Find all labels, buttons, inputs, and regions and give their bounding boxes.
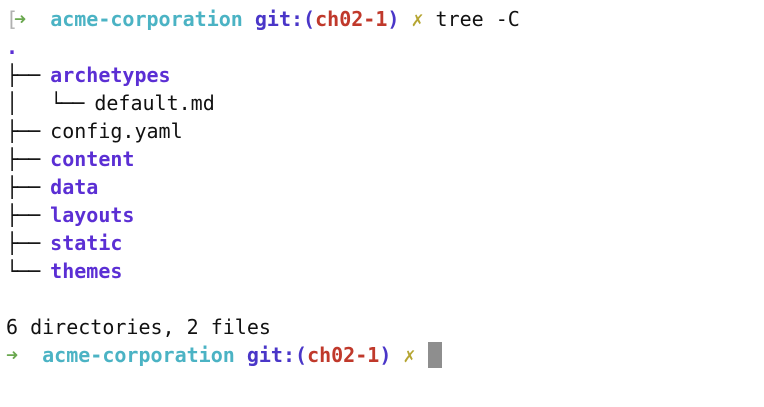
text-cursor[interactable] — [427, 342, 442, 368]
directory-name: content — [50, 147, 135, 171]
git-label-close: ) — [379, 343, 392, 367]
tree-branch-glyph: ├── — [6, 147, 51, 171]
directory-name: archetypes — [50, 63, 171, 87]
file-name: config.yaml — [50, 119, 183, 143]
tree-entry: └── themes — [6, 257, 758, 285]
git-branch: ch02-1 — [315, 7, 388, 31]
tree-entry: ├── config.yaml — [6, 117, 758, 145]
tree-branch-glyph: ├── — [6, 175, 51, 199]
tree-entry: │ └── default.md — [6, 89, 758, 117]
current-directory: acme-corporation — [42, 343, 235, 367]
prompt-line: [➜ acme-corporation git:(ch02-1) ✗ tree … — [6, 5, 758, 33]
tree-entry: ├── archetypes — [6, 61, 758, 89]
directory-name: themes — [50, 259, 123, 283]
tree-branch-glyph: │ └── — [6, 91, 95, 115]
tree-summary: 6 directories, 2 files — [6, 315, 271, 339]
dirty-indicator-icon: ✗ — [403, 343, 416, 367]
tree-branch-glyph: ├── — [6, 119, 51, 143]
tree-root-line: . — [6, 33, 758, 61]
tree-entry: ├── content — [6, 145, 758, 173]
prompt-line-active[interactable]: ➜ acme-corporation git:(ch02-1) ✗ — [6, 341, 758, 369]
git-label: git:( — [246, 343, 308, 367]
summary-line: 6 directories, 2 files — [6, 313, 758, 341]
tree-branch-glyph: └── — [6, 259, 51, 283]
tree-entry: ├── layouts — [6, 201, 758, 229]
tree-branch-glyph: ├── — [6, 63, 51, 87]
tree-entries: ├── archetypes │ └── default.md ├── config… — [6, 61, 758, 285]
directory-name: static — [50, 231, 123, 255]
file-name: default.md — [94, 91, 215, 115]
command-text: tree -C — [435, 7, 520, 31]
prompt-arrow-icon: ➜ — [6, 343, 19, 367]
current-directory: acme-corporation — [50, 7, 243, 31]
tree-root: . — [6, 35, 19, 59]
tree-entry: ├── data — [6, 173, 758, 201]
prompt-arrow-icon: ➜ — [14, 7, 27, 31]
terminal-window[interactable]: [➜ acme-corporation git:(ch02-1) ✗ tree … — [6, 5, 758, 369]
git-branch: ch02-1 — [307, 343, 380, 367]
tree-entry: ├── static — [6, 229, 758, 257]
tree-branch-glyph: ├── — [6, 203, 51, 227]
git-label: git:( — [254, 7, 316, 31]
dirty-indicator-icon: ✗ — [411, 7, 424, 31]
tree-branch-glyph: ├── — [6, 231, 51, 255]
git-label-close: ) — [387, 7, 400, 31]
directory-name: layouts — [50, 203, 135, 227]
directory-name: data — [50, 175, 99, 199]
